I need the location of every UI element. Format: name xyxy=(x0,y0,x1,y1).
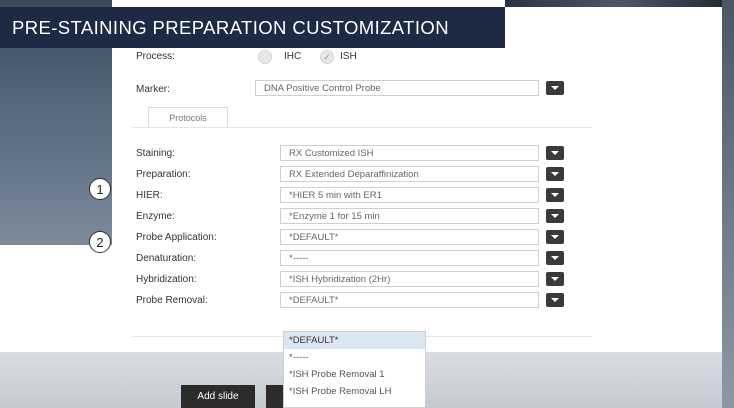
preparation-dropdown-button[interactable] xyxy=(546,167,564,181)
hier-select[interactable]: *HIER 5 min with ER1 xyxy=(280,187,539,203)
ihc-label: IHC xyxy=(284,51,302,62)
preparation-label: Preparation: xyxy=(136,169,191,180)
probe-application-dropdown-button[interactable] xyxy=(546,230,564,244)
hier-label: HIER: xyxy=(136,190,163,201)
hybridization-dropdown-button[interactable] xyxy=(546,272,564,286)
marker-select[interactable]: DNA Positive Control Probe xyxy=(255,80,539,96)
option-default[interactable]: *DEFAULT* xyxy=(284,332,425,349)
denaturation-label: Denaturation: xyxy=(136,253,197,264)
denaturation-dropdown-button[interactable] xyxy=(546,251,564,265)
process-label: Process: xyxy=(136,51,175,62)
hybridization-label: Hybridization: xyxy=(136,274,197,285)
enzyme-select[interactable]: *Enzyme 1 for 15 min xyxy=(280,208,539,224)
option-ish-probe-removal-1[interactable]: *ISH Probe Removal 1 xyxy=(284,366,425,383)
marker-dropdown-button[interactable] xyxy=(546,81,564,95)
option-none[interactable]: *----- xyxy=(284,349,425,366)
callout-2: 2 xyxy=(89,231,111,253)
staining-select[interactable]: RX Customized ISH xyxy=(280,145,539,161)
probe-application-label: Probe Application: xyxy=(136,232,217,243)
ish-radio[interactable]: ✓ xyxy=(320,50,334,64)
enzyme-label: Enzyme: xyxy=(136,211,175,222)
ihc-radio[interactable] xyxy=(258,50,272,64)
hybridization-select[interactable]: *ISH Hybridization (2Hr) xyxy=(280,271,539,287)
tab-divider xyxy=(132,127,592,128)
background-photo-top xyxy=(505,0,734,7)
denaturation-select[interactable]: *----- xyxy=(280,250,539,266)
staining-label: Staining: xyxy=(136,148,175,159)
secondary-button[interactable] xyxy=(266,385,283,408)
page-title: PRE-STAINING PREPARATION CUSTOMIZATION xyxy=(0,7,505,48)
probe-removal-label: Probe Removal: xyxy=(136,295,208,306)
add-slide-button[interactable]: Add slide xyxy=(181,385,255,408)
probe-removal-options: *DEFAULT* *----- *ISH Probe Removal 1 *I… xyxy=(283,331,426,408)
probe-removal-select[interactable]: *DEFAULT* xyxy=(280,292,539,308)
customization-panel: Process: IHC ✓ ISH Marker: DNA Positive … xyxy=(112,48,610,352)
check-icon: ✓ xyxy=(323,52,331,62)
enzyme-dropdown-button[interactable] xyxy=(546,209,564,223)
marker-label: Marker: xyxy=(136,84,170,95)
staining-dropdown-button[interactable] xyxy=(546,146,564,160)
tab-protocols[interactable]: Protocols xyxy=(148,107,228,128)
probe-removal-dropdown-button[interactable] xyxy=(546,293,564,307)
hier-dropdown-button[interactable] xyxy=(546,188,564,202)
probe-application-select[interactable]: *DEFAULT* xyxy=(280,229,539,245)
preparation-select[interactable]: RX Extended Deparaffinization xyxy=(280,166,539,182)
background-photo-right xyxy=(722,0,734,408)
ish-label: ISH xyxy=(340,51,357,62)
callout-1: 1 xyxy=(89,178,111,200)
option-ish-probe-removal-lh[interactable]: *ISH Probe Removal LH xyxy=(284,383,425,400)
